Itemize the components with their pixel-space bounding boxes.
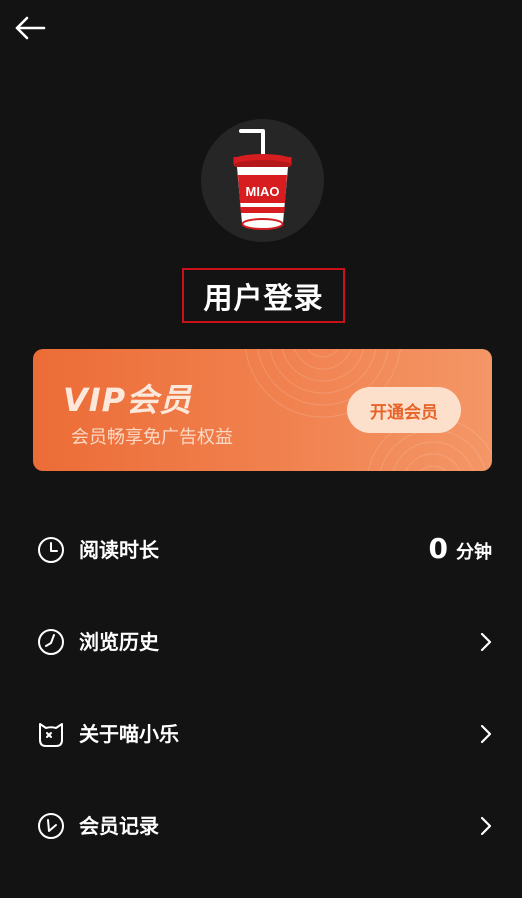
clock-icon xyxy=(38,537,64,563)
open-membership-button[interactable]: 开通会员 xyxy=(347,387,461,433)
login-button[interactable]: 用户登录 xyxy=(182,268,345,323)
avatar[interactable]: MIAO xyxy=(201,119,324,242)
reading-time-number: 0 xyxy=(428,532,448,565)
menu-item-label: 阅读时长 xyxy=(79,538,159,562)
miao-cup-logo: MIAO xyxy=(233,129,292,230)
menu-item-about[interactable]: 关于喵小乐 xyxy=(0,704,522,764)
vip-card[interactable]: VIP会员 会员畅享免广告权益 开通会员 xyxy=(33,349,492,471)
menu-item-history[interactable]: 浏览历史 xyxy=(0,612,522,672)
vip-title: VIP会员 xyxy=(63,381,193,419)
reading-time-unit: 分钟 xyxy=(456,542,492,563)
reading-time-value: 0 分钟 xyxy=(429,532,492,565)
record-clock-icon xyxy=(38,813,64,839)
menu-item-label: 关于喵小乐 xyxy=(79,722,179,746)
menu-item-label: 会员记录 xyxy=(79,814,159,838)
cat-face-icon xyxy=(39,723,63,747)
vip-subtitle: 会员畅享免广告权益 xyxy=(71,427,233,448)
menu-item-label: 浏览历史 xyxy=(79,630,159,654)
chevron-right-icon xyxy=(480,816,492,836)
history-clock-icon xyxy=(38,629,64,655)
chevron-right-icon xyxy=(480,724,492,744)
menu-item-reading-time: 阅读时长 0 分钟 xyxy=(0,520,522,580)
chevron-right-icon xyxy=(480,632,492,652)
profile-page: MIAO 用户登录 VIP会员 会员畅享免广告权益 开通会员 阅读时长 0 分钟… xyxy=(0,0,522,898)
avatar-logo-text: MIAO xyxy=(246,184,280,199)
menu-item-membership-records[interactable]: 会员记录 xyxy=(0,796,522,856)
back-button[interactable] xyxy=(12,12,48,44)
arrow-left-icon xyxy=(15,16,46,40)
